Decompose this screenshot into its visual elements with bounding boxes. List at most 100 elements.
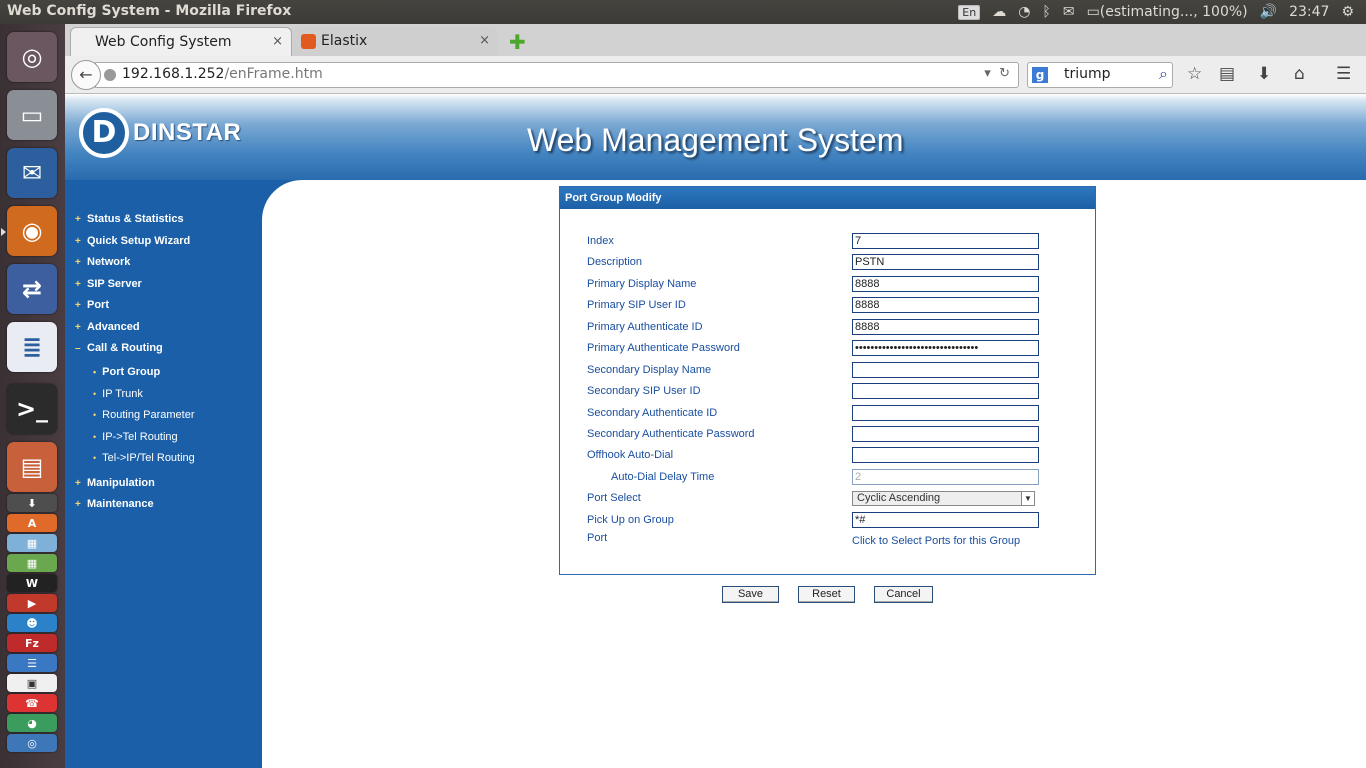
terminal-icon[interactable]: >_ [7, 384, 57, 434]
secondary-display-name-field[interactable] [852, 362, 1039, 378]
bookmark-star-icon[interactable]: ☆ [1187, 64, 1202, 84]
save-button[interactable]: Save [722, 586, 779, 603]
dash-home-icon[interactable]: ◎ [7, 32, 57, 82]
menu-call-routing[interactable]: – Call & Routing [75, 342, 163, 354]
page-title: Web Management System [527, 122, 904, 158]
pidgin-icon[interactable]: ◕ [7, 714, 57, 732]
ftp-icon[interactable]: ☰ [7, 654, 57, 672]
menu-hamburger-icon[interactable]: ☰ [1336, 64, 1351, 84]
secondary-authenticate-id-label: Secondary Authenticate ID [587, 407, 718, 419]
back-button[interactable]: ← [71, 60, 101, 90]
auto-dial-delay-time-label: Auto-Dial Delay Time [611, 471, 715, 483]
primary-sip-user-id-field[interactable] [852, 297, 1039, 313]
secondary-authenticate-password-field[interactable] [852, 426, 1039, 442]
search-input[interactable]: triump [1064, 66, 1111, 82]
port-select-label: Port Select [587, 492, 641, 504]
clock[interactable]: 23:47 [1289, 4, 1329, 20]
libreoffice-writer-icon[interactable]: ≣ [7, 322, 57, 372]
primary-authenticate-password-field[interactable] [852, 340, 1039, 356]
reset-button[interactable]: Reset [798, 586, 855, 603]
submenu-routing-parameter[interactable]: • Routing Parameter [93, 409, 194, 421]
volume-icon[interactable]: 🔊 [1260, 4, 1277, 20]
menu-advanced[interactable]: + Advanced [75, 321, 140, 333]
window-title: Web Config System - Mozilla Firefox [7, 3, 292, 19]
bluetooth-icon[interactable]: ᛒ [1042, 4, 1050, 20]
files-icon[interactable]: ▭ [7, 90, 57, 140]
select-ports-link[interactable]: Click to Select Ports for this Group [852, 535, 1020, 547]
submenu-tel-ip-tel-routing[interactable]: • Tel->IP/Tel Routing [93, 452, 195, 464]
search-bar[interactable]: g triump ⌕ [1027, 62, 1173, 88]
form-heading: Port Group Modify [560, 187, 1095, 209]
bookmarks-list-icon[interactable]: ▤ [1219, 64, 1235, 84]
calendar-icon[interactable]: ▣ [7, 674, 57, 692]
installer-icon[interactable]: ⬇ [7, 494, 57, 512]
search-icon[interactable]: ⌕ [1159, 64, 1168, 84]
google-engine-icon[interactable]: g [1032, 67, 1048, 83]
disc-icon[interactable]: ◎ [7, 734, 57, 752]
new-tab-plus-icon[interactable]: ✚ [509, 30, 526, 54]
home-icon[interactable]: ⌂ [1294, 64, 1305, 84]
impress-icon[interactable]: ▤ [7, 442, 57, 492]
primary-authenticate-id-label: Primary Authenticate ID [587, 321, 703, 333]
offhook-auto-dial-field[interactable] [852, 447, 1039, 463]
dropdown-arrow-icon[interactable]: ▾ [984, 66, 991, 81]
url-path: /enFrame.htm [224, 66, 323, 82]
primary-display-name-label: Primary Display Name [587, 278, 697, 290]
downloads-icon[interactable]: ⬇ [1257, 64, 1271, 84]
close-tab-icon[interactable]: × [272, 34, 283, 49]
index-field[interactable] [852, 233, 1039, 249]
primary-authenticate-id-field[interactable] [852, 319, 1039, 335]
filezilla-icon[interactable]: Fz [7, 634, 57, 652]
close-tab-icon[interactable]: × [479, 33, 490, 48]
spreadsheet-icon[interactable]: ▦ [7, 554, 57, 572]
tab-web-config-system[interactable]: Web Config System × [70, 27, 292, 56]
cloud-icon[interactable]: ☁ [992, 4, 1006, 20]
web-page: D DINSTAR Web Management System + Status … [65, 94, 1366, 768]
tab-elastix[interactable]: Elastix × [293, 27, 498, 56]
tube-icon[interactable]: ▶ [7, 594, 57, 612]
menu-marker: + [75, 300, 81, 311]
submenu-ip-trunk[interactable]: • IP Trunk [93, 388, 143, 400]
header-banner: D DINSTAR Web Management System [65, 94, 1366, 180]
firefox-icon[interactable]: ◉ [7, 206, 57, 256]
secondary-authenticate-id-field[interactable] [852, 405, 1039, 421]
cancel-button[interactable]: Cancel [874, 586, 933, 603]
dropdown-arrow-icon[interactable]: ▼ [1021, 492, 1034, 505]
phone-icon[interactable]: ☎ [7, 694, 57, 712]
menu-label: Manipulation [87, 477, 155, 489]
menu-manipulation[interactable]: + Manipulation [75, 477, 155, 489]
submenu-port-group[interactable]: • Port Group [93, 366, 160, 378]
software-center-icon[interactable]: A [7, 514, 57, 532]
menu-network[interactable]: + Network [75, 256, 130, 268]
primary-authenticate-password-label: Primary Authenticate Password [587, 342, 740, 354]
wifi-icon[interactable]: ◔ [1018, 4, 1030, 20]
description-field[interactable] [852, 254, 1039, 270]
url-bar[interactable]: 192.168.1.252/enFrame.htm ▾ ↻ [95, 62, 1019, 88]
primary-display-name-field[interactable] [852, 276, 1039, 292]
keyboard-indicator[interactable]: En [958, 4, 981, 20]
logo-text: DINSTAR [133, 119, 242, 146]
thunderbird-icon[interactable]: ✉ [7, 148, 57, 198]
menu-status-statistics[interactable]: + Status & Statistics [75, 213, 184, 225]
website-copier-icon[interactable]: W [7, 574, 57, 592]
workbench-icon[interactable]: ▦ [7, 534, 57, 552]
site-identity-globe-icon[interactable] [104, 69, 116, 81]
url-tools: ▾ ↻ [984, 66, 1010, 81]
submenu-ip-tel-routing[interactable]: • IP->Tel Routing [93, 431, 178, 443]
mail-icon[interactable]: ✉ [1063, 4, 1075, 20]
battery-indicator[interactable]: ▭(estimating..., 100%) [1087, 4, 1248, 20]
pick-up-on-group-field[interactable] [852, 512, 1039, 528]
reload-icon[interactable]: ↻ [999, 66, 1010, 81]
power-gear-icon[interactable]: ⚙ [1341, 4, 1354, 20]
navigation-bar: 192.168.1.252/enFrame.htm ▾ ↻ ← g triump… [65, 56, 1366, 94]
menu-port[interactable]: + Port [75, 299, 109, 311]
secondary-sip-user-id-field[interactable] [852, 383, 1039, 399]
remote-desktop-icon[interactable]: ⇄ [7, 264, 57, 314]
chat-icon[interactable]: ☻ [7, 614, 57, 632]
menu-quick-setup-wizard[interactable]: + Quick Setup Wizard [75, 235, 190, 247]
menu-maintenance[interactable]: + Maintenance [75, 498, 154, 510]
menu-marker: + [75, 257, 81, 268]
port-select-dropdown[interactable]: Cyclic Ascending ▼ [852, 491, 1035, 506]
menu-sip-server[interactable]: + SIP Server [75, 278, 142, 290]
back-arrow-icon: ← [79, 65, 93, 84]
